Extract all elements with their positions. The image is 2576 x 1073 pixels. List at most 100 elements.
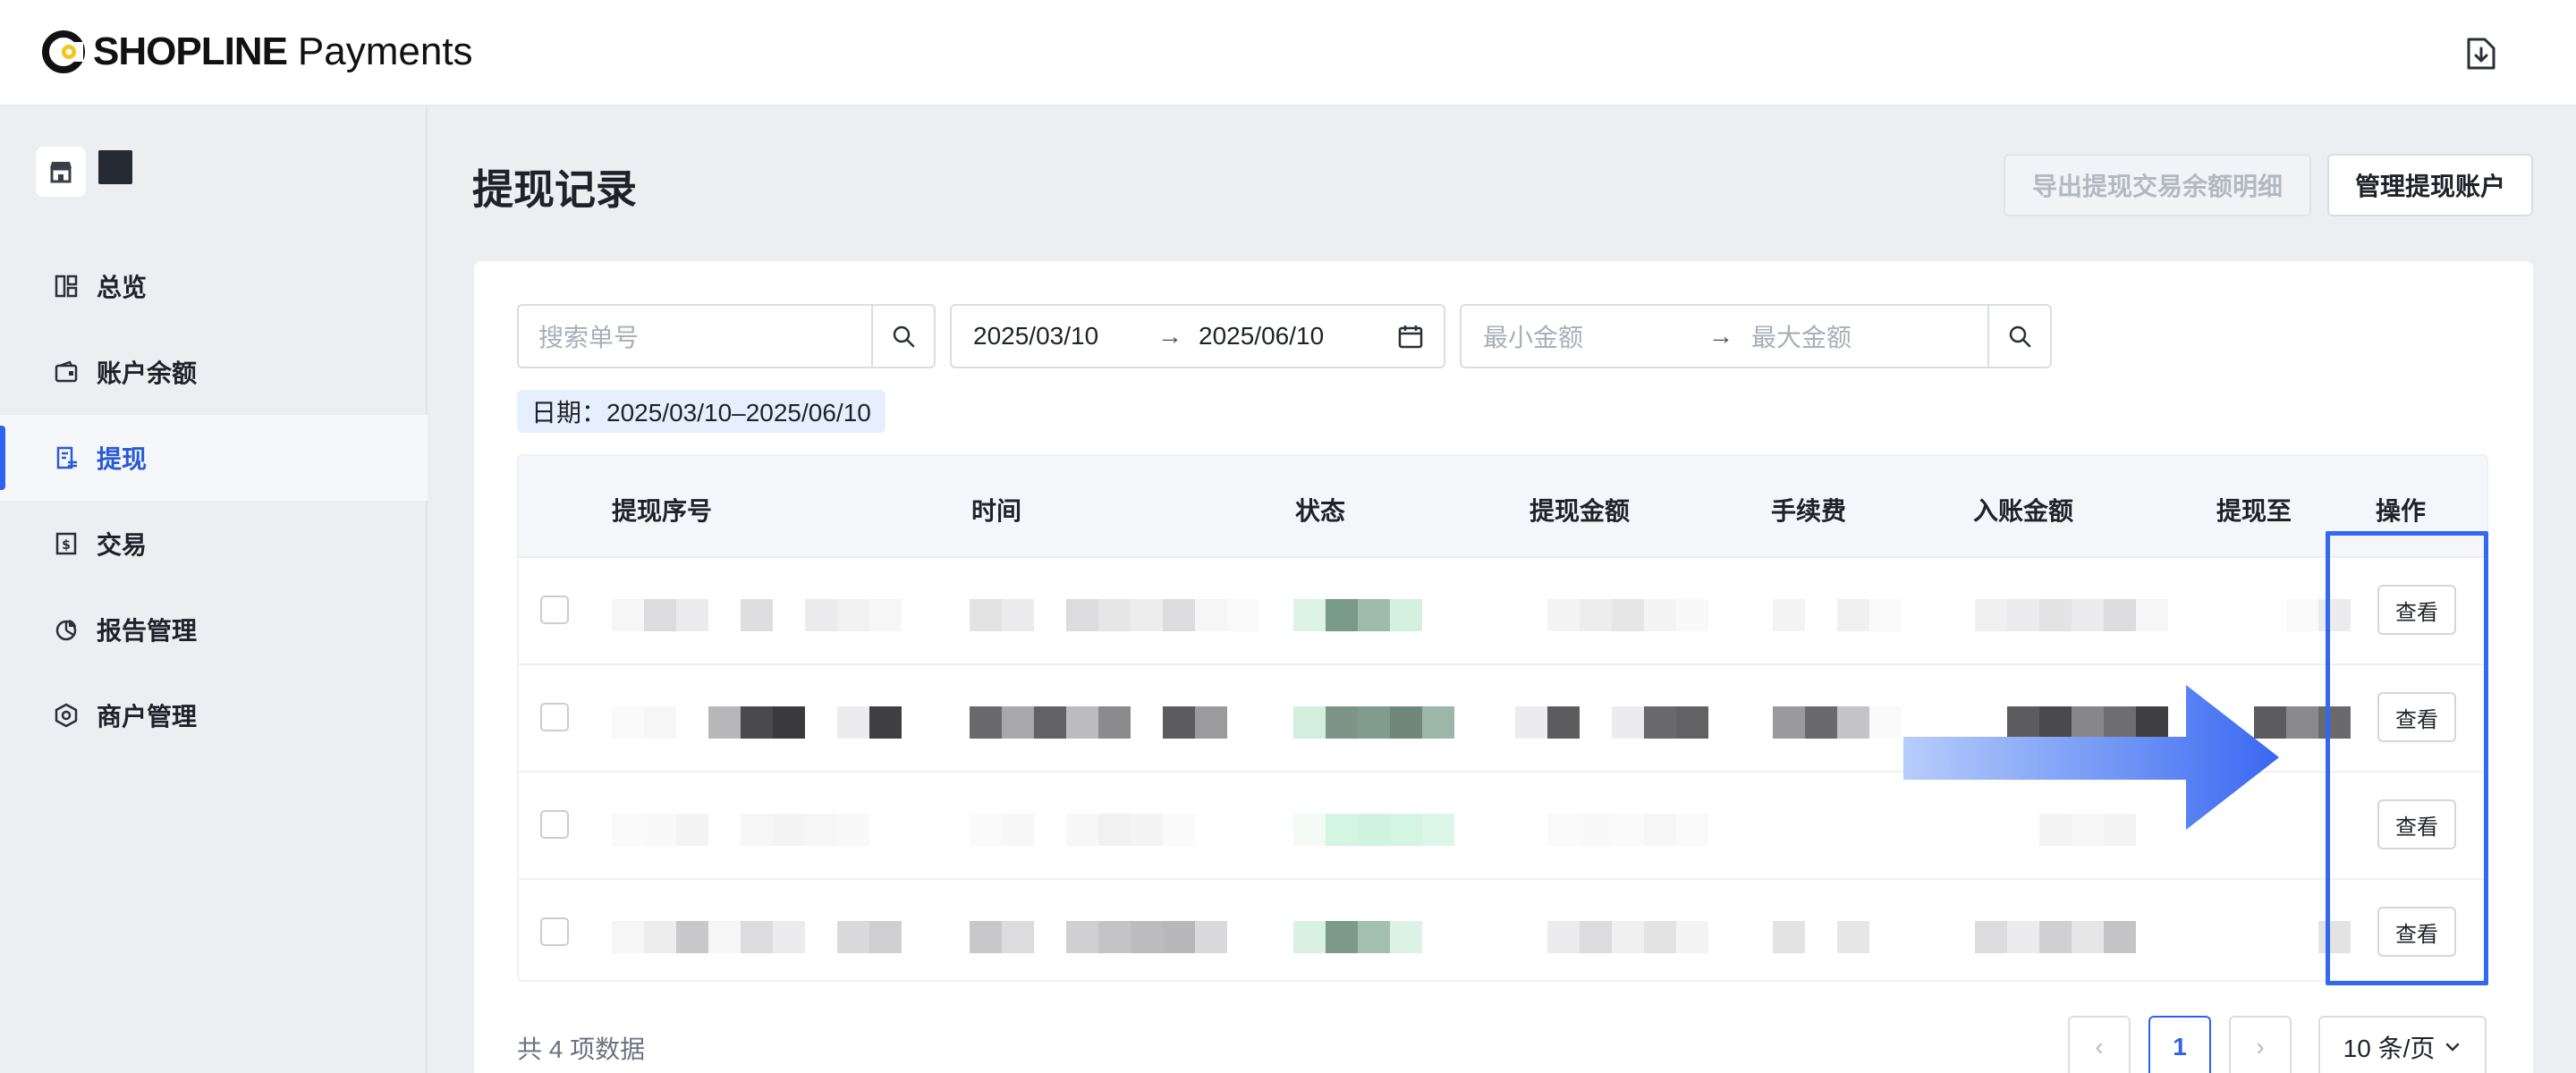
- date-filter-tag[interactable]: 日期：2025/03/10–2025/06/10: [517, 390, 886, 433]
- max-amount-input[interactable]: 最大金额: [1751, 318, 1852, 354]
- shopline-logo-icon: [41, 30, 86, 74]
- brand-logo[interactable]: SHOPLINE Payments: [41, 27, 473, 77]
- page-size-label: 10 条/页: [2343, 1035, 2436, 1062]
- redacted-cell: [612, 706, 902, 739]
- page-size-select[interactable]: 10 条/页: [2318, 1016, 2487, 1073]
- view-button[interactable]: 查看: [2377, 907, 2456, 957]
- download-icon[interactable]: [2462, 34, 2501, 73]
- sidebar-item-label: 商户管理: [97, 703, 198, 731]
- column-header: 提现序号: [612, 497, 713, 525]
- redacted-status: [1293, 921, 1422, 953]
- order-search: 搜索单号: [517, 304, 936, 368]
- column-header: 提现金额: [1530, 497, 1631, 525]
- redacted-cell: [1547, 599, 1708, 631]
- redacted-cell: [1975, 921, 2136, 953]
- arrow-annotation-icon: [1903, 685, 2279, 830]
- row-checkbox[interactable]: [540, 596, 569, 624]
- next-page-button[interactable]: ›: [2229, 1016, 2292, 1073]
- sidebar-item-withdraw[interactable]: 提现: [0, 415, 428, 501]
- prev-page-button[interactable]: ‹: [2068, 1016, 2131, 1073]
- sidebar-item-balance[interactable]: 账户余额: [0, 329, 428, 415]
- column-header: 时间: [971, 497, 1022, 525]
- merchant-icon: [52, 701, 80, 730]
- redacted-cell: [1515, 706, 1708, 739]
- brand-name: SHOPLINE: [93, 30, 288, 73]
- table-header: 提现序号 时间 状态 提现金额 手续费 入账金额 提现至 操作: [519, 456, 2487, 558]
- row-checkbox[interactable]: [540, 917, 569, 946]
- table-row: 查看: [519, 880, 2487, 980]
- sidebar-item-label: 报告管理: [97, 617, 198, 645]
- sidebar-item-reports[interactable]: 报告管理: [0, 587, 428, 672]
- redacted-cell: [970, 814, 1195, 846]
- sidebar-nav: 总览 账户余额 提现 $ 交易 报告管理 商户管理: [0, 243, 428, 758]
- search-icon: [893, 325, 915, 348]
- column-header: 入账金额: [1973, 497, 2074, 525]
- redacted-status: [1293, 706, 1454, 739]
- dashboard-icon: [52, 272, 80, 300]
- search-button[interactable]: [871, 306, 934, 367]
- sidebar-item-label: 账户余额: [97, 359, 198, 387]
- amount-range-filter: 最小金额 → 最大金额: [1460, 304, 2052, 368]
- view-button[interactable]: 查看: [2377, 799, 2456, 849]
- store-icon: [36, 147, 86, 197]
- chevron-down-icon: [2446, 1043, 2460, 1052]
- column-header: 状态: [1295, 497, 1346, 525]
- withdraw-icon: [52, 444, 80, 472]
- date-end[interactable]: 2025/06/10: [1199, 322, 1324, 351]
- redacted-cell: [970, 921, 1227, 953]
- manage-withdraw-account-button[interactable]: 管理提现账户: [2327, 154, 2533, 216]
- export-balance-details-button[interactable]: 导出提现交易余额明细: [2004, 154, 2311, 216]
- min-amount-input[interactable]: 最小金额: [1483, 318, 1583, 354]
- redacted-cell: [612, 814, 869, 846]
- redacted-cell: [1975, 599, 2168, 631]
- redacted-cell: [970, 599, 1259, 631]
- search-icon: [2009, 325, 2031, 348]
- column-header: 操作: [2376, 497, 2427, 525]
- redacted-cell: [1773, 599, 1902, 631]
- range-arrow-icon: →: [1708, 322, 1733, 350]
- calendar-icon[interactable]: [1397, 324, 1424, 351]
- sidebar: 总览 账户余额 提现 $ 交易 报告管理 商户管理: [0, 106, 428, 1073]
- sidebar-item-label: 总览: [97, 274, 148, 301]
- withdraw-records-card: 搜索单号 2025/03/10 → 2025/06/10 最小金额 → 最大金额…: [474, 261, 2533, 1073]
- top-header: SHOPLINE Payments: [0, 0, 2576, 106]
- page-1-button[interactable]: 1: [2148, 1016, 2211, 1073]
- transaction-icon: $: [52, 529, 80, 558]
- redacted-cell: [612, 599, 902, 631]
- row-checkbox[interactable]: [540, 703, 569, 731]
- redacted-cell: [612, 921, 902, 953]
- total-count: 共 4 项数据: [517, 1035, 646, 1063]
- brand-product: Payments: [297, 30, 473, 73]
- amount-search-button[interactable]: [1987, 306, 2050, 367]
- sidebar-item-label: 提现: [97, 445, 148, 473]
- redacted-cell: [1773, 921, 1869, 953]
- redacted-cell: [1547, 921, 1708, 953]
- redacted-status: [1293, 814, 1454, 846]
- redacted-cell: [970, 706, 1227, 739]
- redacted-cell: [2286, 599, 2351, 631]
- date-start[interactable]: 2025/03/10: [973, 322, 1098, 351]
- column-header: 手续费: [1771, 497, 1847, 525]
- svg-text:$: $: [62, 538, 71, 553]
- redacted-status: [1293, 599, 1422, 631]
- column-header: 提现至: [2216, 497, 2292, 525]
- sidebar-item-label: 交易: [97, 531, 148, 559]
- row-checkbox[interactable]: [540, 810, 569, 839]
- sidebar-item-merchant[interactable]: 商户管理: [0, 672, 428, 758]
- page-title: 提现记录: [472, 166, 637, 213]
- store-switcher[interactable]: [36, 147, 132, 197]
- store-avatar: [98, 150, 132, 184]
- view-button[interactable]: 查看: [2377, 585, 2456, 635]
- redacted-cell: [2318, 921, 2351, 953]
- date-range-picker[interactable]: 2025/03/10 → 2025/06/10: [950, 304, 1445, 368]
- search-input[interactable]: 搜索单号: [519, 318, 871, 354]
- range-arrow-icon: →: [1157, 322, 1182, 350]
- redacted-cell: [1773, 706, 1902, 739]
- redacted-cell: [1547, 814, 1708, 846]
- report-icon: [52, 615, 80, 644]
- wallet-icon: [52, 358, 80, 386]
- sidebar-item-overview[interactable]: 总览: [0, 243, 428, 329]
- view-button[interactable]: 查看: [2377, 692, 2456, 742]
- table-row: 查看: [519, 558, 2487, 665]
- sidebar-item-transactions[interactable]: $ 交易: [0, 501, 428, 587]
